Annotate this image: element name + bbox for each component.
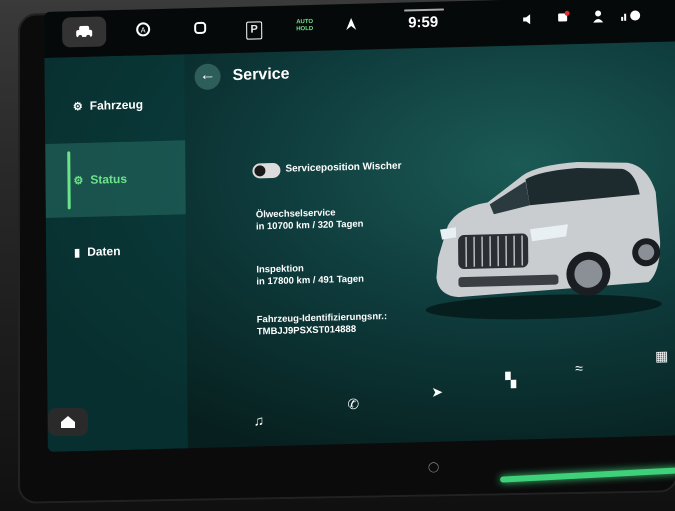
toggle-knob: [254, 165, 266, 177]
wiper-service-toggle[interactable]: [252, 162, 281, 179]
back-button[interactable]: ←: [194, 63, 221, 91]
bar-chart-icon: ▮: [74, 246, 81, 259]
parking-icon[interactable]: P: [246, 18, 263, 40]
apps-grid-icon[interactable]: ▚: [505, 372, 516, 389]
car-status-icon: ⚙: [73, 174, 84, 187]
clock: 9:59: [408, 13, 439, 32]
navigation-icon[interactable]: ➤: [431, 384, 443, 401]
page-title: Service: [232, 65, 290, 85]
sidebar-item-label: Status: [90, 171, 128, 187]
infotainment-screen: A P AUTO HOLD 9:59 ⚙ Fahrzeug ⚙ Status ▮…: [44, 0, 675, 452]
car-settings-icon: ⚙: [72, 100, 83, 113]
seat-icon[interactable]: [192, 20, 208, 42]
power-icon[interactable]: ◯: [428, 462, 439, 473]
assist-off-icon[interactable]: A: [134, 21, 152, 45]
notification-icon[interactable]: [556, 10, 570, 30]
sidebar-item-label: Daten: [87, 244, 121, 259]
clock-indicator: [404, 8, 445, 12]
vin-info: Fahrzeug-Identifizierungsnr.: TMBJJ9PSXS…: [257, 311, 388, 338]
menu-grid-icon[interactable]: ▦: [655, 348, 668, 365]
inspection-info: Inspektion in 17800 km / 491 Tagen: [256, 262, 364, 289]
inspection-value: in 17800 km / 491 Tagen: [256, 273, 365, 288]
connectivity-icon[interactable]: [620, 8, 642, 29]
phone-icon[interactable]: ✆: [347, 396, 359, 413]
wiper-service-label: Serviceposition Wischer: [285, 160, 402, 175]
svg-text:A: A: [141, 26, 146, 34]
vin-value: TMBJJ9PSXST014888: [256, 323, 357, 338]
sidebar: ⚙ Fahrzeug ⚙ Status ▮ Daten: [44, 54, 188, 452]
volume-icon[interactable]: [522, 11, 534, 31]
sidebar-item-label: Fahrzeug: [89, 97, 144, 113]
sidebar-item-fahrzeug[interactable]: ⚙ Fahrzeug: [45, 66, 186, 144]
user-icon[interactable]: [592, 9, 604, 29]
sidebar-item-daten[interactable]: ▮ Daten: [46, 212, 187, 290]
vehicle-image: [425, 162, 662, 320]
sidebar-item-status[interactable]: ⚙ Status: [45, 140, 186, 218]
car-icon[interactable]: [62, 16, 107, 48]
oil-service-info: Ölwechselservice in 10700 km / 320 Tagen: [256, 207, 364, 234]
main-content: ⚙ Fahrzeug ⚙ Status ▮ Daten ← Service Se…: [44, 41, 675, 452]
auto-hold-icon[interactable]: AUTO HOLD: [296, 19, 313, 33]
home-icon: [61, 416, 75, 428]
oil-service-value: in 10700 km / 320 Tagen: [255, 218, 364, 233]
back-arrow-icon: ←: [199, 66, 216, 84]
climate-icon[interactable]: ≈: [575, 360, 583, 376]
home-button[interactable]: [48, 408, 88, 436]
music-icon[interactable]: ♫: [254, 412, 265, 428]
navigation-arrow-icon[interactable]: [344, 16, 358, 38]
